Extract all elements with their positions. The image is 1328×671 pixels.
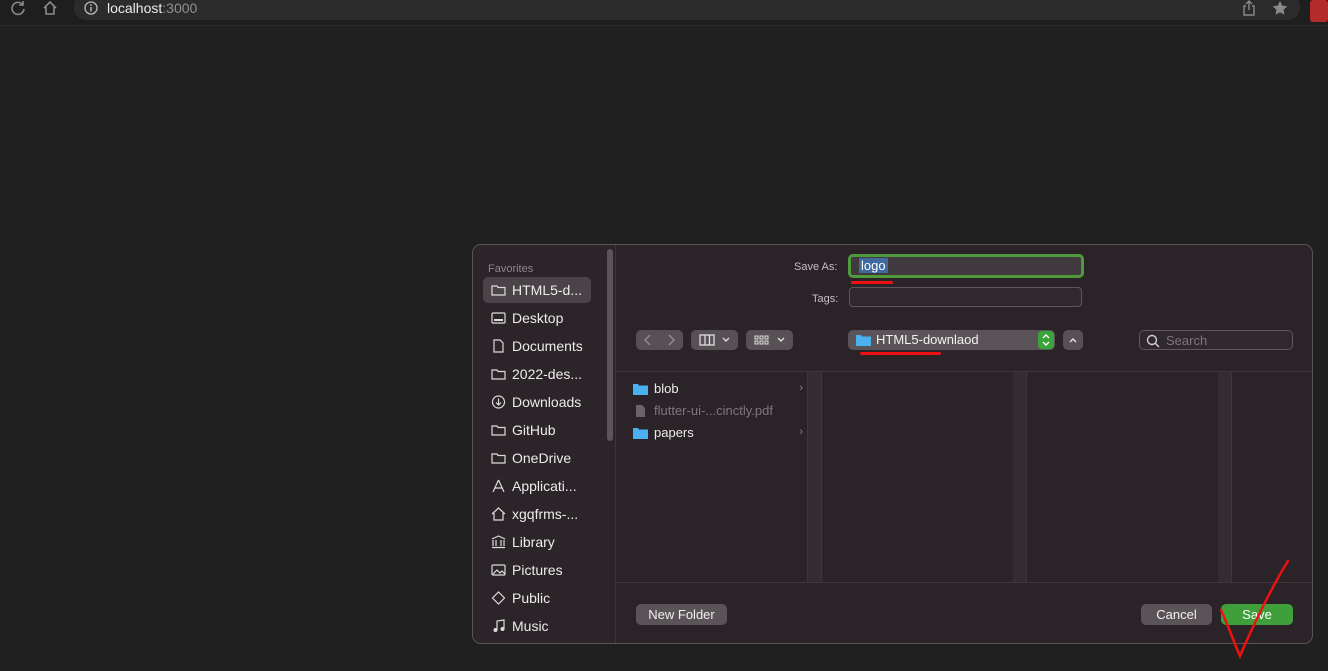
sidebar-item-public[interactable]: Public [483,585,591,611]
file-row-papers[interactable]: papers › [633,424,803,444]
annotation-underline [860,352,941,355]
folder-icon [491,369,506,380]
file-row-blob[interactable]: blob › [633,380,803,400]
folder-icon [633,428,648,439]
file-name: flutter-ui-...cinctly.pdf [654,403,773,418]
sidebar-item-label: GitHub [512,422,556,438]
sidebar-item-downloads[interactable]: Downloads [483,389,591,415]
public-icon [491,591,506,605]
folder-icon [491,425,506,436]
dialog-main: Save As: logo Tags: HTML5-downlaod Searc… [617,245,1312,643]
desktop-icon [491,312,506,324]
annotation-checkmark [1219,559,1290,660]
sidebar-item-label: Public [512,590,551,606]
home-icon[interactable] [42,0,58,16]
file-name: papers [654,425,694,440]
file-name: blob [654,381,679,396]
folder-icon [856,335,871,346]
sidebar-scrollbar[interactable] [607,249,613,441]
info-icon[interactable] [84,1,98,15]
chevron-up-icon [1069,337,1077,343]
forward-icon[interactable] [664,333,678,347]
column-resize-handle[interactable] [1013,372,1027,582]
sidebar-item-label: Pictures [512,562,563,578]
tags-label: Tags: [812,293,839,305]
sidebar-item-label: Applicati... [512,478,577,494]
sidebar-item-label: Downloads [512,394,582,410]
pictures-icon [491,564,506,576]
sidebar-item-html5-download[interactable]: HTML5-d... [483,277,591,303]
url-host: localhost [107,0,163,16]
column-resize-handle[interactable] [808,372,822,582]
library-icon [491,535,506,549]
sidebar-item-label: 2022-des... [512,366,583,382]
sidebar-item-2022-des[interactable]: 2022-des... [483,361,591,387]
folder-icon [633,384,648,395]
search-icon [1146,334,1160,348]
search-placeholder: Search [1166,333,1208,348]
sidebar-item-label: xgqfrms-... [512,506,579,522]
sidebar-item-music[interactable]: Music [483,613,591,639]
sidebar-item-onedrive[interactable]: OneDrive [483,445,591,471]
save-as-field[interactable]: logo [848,254,1084,278]
sidebar-item-desktop[interactable]: Desktop [483,305,591,331]
new-folder-button[interactable]: New Folder [636,604,727,625]
sidebar-item-documents[interactable]: Documents [483,333,591,359]
folder-icon [491,453,506,464]
stepper-icon [1038,331,1054,349]
sidebar-section-title: Favorites [488,263,534,275]
sidebar-item-library[interactable]: Library [483,529,591,555]
sidebar: Favorites HTML5-d... Desktop Documents 2… [473,245,616,643]
grid-icon [754,335,769,345]
file-browser: blob › flutter-ui-...cinctly.pdf papers … [617,371,1312,583]
chevron-right-icon: › [799,426,803,438]
columns-view-icon [699,334,715,346]
reload-icon[interactable] [10,0,26,16]
chevron-right-icon: › [799,382,803,394]
pdf-file-icon [636,405,645,417]
sidebar-item-home[interactable]: xgqfrms-... [483,501,591,527]
save-as-value: logo [859,258,888,273]
sidebar-item-label: OneDrive [512,450,572,466]
sidebar-item-github[interactable]: GitHub [483,417,591,443]
address-bar[interactable] [74,0,1300,20]
sidebar-item-label: Desktop [512,310,564,326]
location-label: HTML5-downlaod [876,332,979,347]
save-dialog: Favorites HTML5-d... Desktop Documents 2… [472,244,1313,644]
sidebar-item-label: Documents [512,338,583,354]
share-icon[interactable] [1241,0,1257,16]
group-button[interactable] [746,330,793,350]
home-icon [491,507,506,521]
sidebar-item-applications[interactable]: Applicati... [483,473,591,499]
location-popup[interactable]: HTML5-downlaod [848,330,1055,350]
url-text[interactable]: localhost:3000 [107,0,197,16]
star-icon[interactable] [1272,0,1288,16]
browser-toolbar: localhost:3000 [0,0,1328,26]
file-row-pdf: flutter-ui-...cinctly.pdf [633,402,803,422]
column-resize-handle[interactable] [1218,372,1232,582]
annotation-underline [851,281,893,284]
applications-icon [492,479,505,493]
sidebar-item-pictures[interactable]: Pictures [483,557,591,583]
folder-icon [491,285,506,296]
cancel-button[interactable]: Cancel [1141,604,1212,625]
document-icon [493,339,504,353]
tags-field[interactable] [849,287,1082,307]
url-port: :3000 [162,0,198,16]
back-icon[interactable] [641,333,655,347]
music-icon [493,619,505,632]
chevron-down-icon [777,337,785,342]
download-icon [491,395,506,409]
search-input[interactable]: Search [1139,330,1293,350]
collapse-button[interactable] [1063,330,1083,350]
save-as-label: Save As: [794,261,838,273]
view-mode-button[interactable] [691,330,738,350]
sidebar-item-label: Library [512,534,555,550]
sidebar-item-label: Music [512,618,549,634]
back-forward-buttons[interactable] [636,330,683,350]
sidebar-item-label: HTML5-d... [512,282,583,298]
extension-icon[interactable] [1310,0,1328,22]
chevron-down-icon [722,337,730,342]
file-column: blob › flutter-ui-...cinctly.pdf papers … [617,372,808,582]
